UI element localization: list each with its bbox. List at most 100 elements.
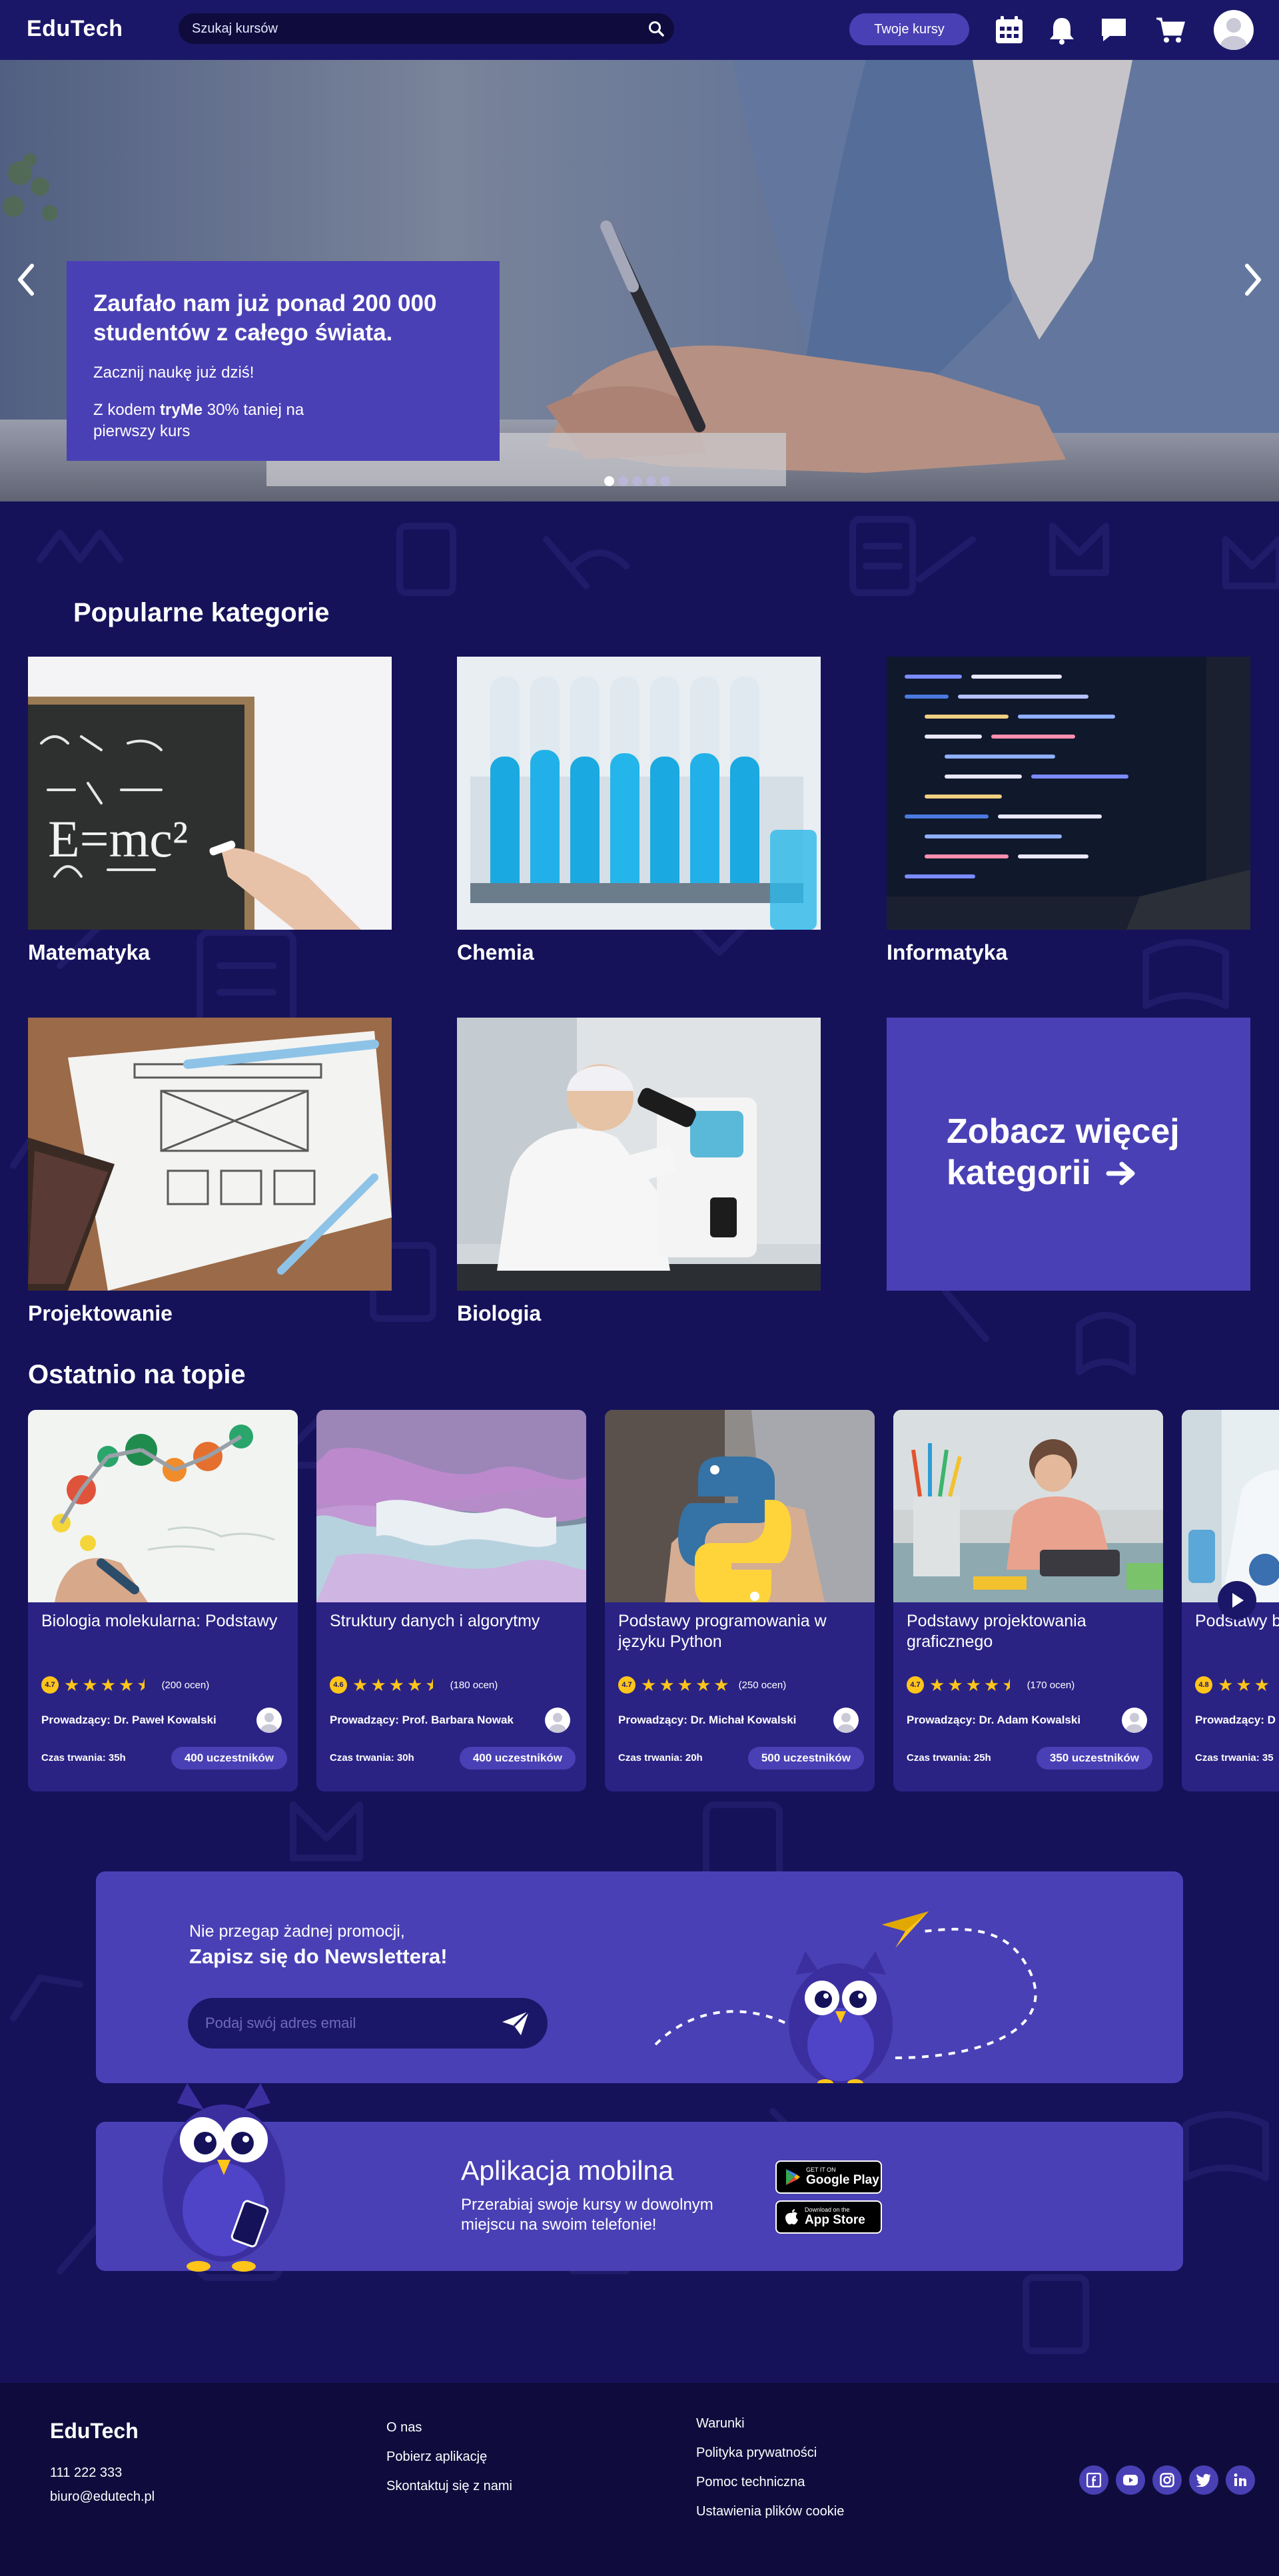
logo[interactable]: EduTech (27, 16, 123, 42)
trending-title: Ostatnio na topie (28, 1360, 246, 1389)
rating-value: 4.7 (41, 1676, 59, 1694)
rating-value: 4.6 (330, 1676, 347, 1694)
search-bar[interactable] (179, 13, 674, 44)
footer-link-support[interactable]: Pomoc techniczna (696, 2475, 805, 2490)
hero-next-button[interactable] (1240, 260, 1267, 300)
reviews-count: (200 ocen) (161, 1679, 210, 1691)
course-rating: 4.6 ★ ★ ★ ★ ★ (180 ocen) (330, 1676, 498, 1694)
course-rating: 4.7 ★ ★ ★ ★ ★ (200 ocen) (41, 1676, 209, 1694)
star-icon: ★ (406, 1675, 423, 1695)
category-card-math[interactable]: E=mc² Matematyka (28, 657, 392, 965)
hero-promo-card: Zaufało nam już ponad 200 000 studentów … (67, 261, 500, 461)
course-image (1182, 1410, 1279, 1602)
star-icon: ★ (929, 1675, 945, 1695)
carousel-next-button[interactable] (1218, 1581, 1256, 1620)
footer-logo[interactable]: EduTech (50, 2419, 139, 2443)
course-rating: 4.8 ★ ★ ★ (1195, 1676, 1279, 1694)
star-icon: ★ (1254, 1676, 1270, 1694)
students-badge[interactable]: 500 uczestników (747, 1747, 864, 1770)
course-title[interactable]: Podstawy projektowania graficznego (907, 1611, 1153, 1652)
slider-dot[interactable] (618, 476, 628, 486)
slider-dot[interactable] (660, 476, 670, 486)
hero-slider: Zaufało nam już ponad 200 000 studentów … (0, 60, 1279, 501)
course-title[interactable]: Biologia molekularna: Podstawy (41, 1611, 288, 1632)
instructor-avatar (833, 1708, 859, 1733)
slider-dot[interactable] (632, 476, 642, 486)
promo-text-before: Z kodem (93, 401, 161, 419)
app-title: Aplikacja mobilna (461, 2155, 674, 2186)
youtube-icon[interactable] (1116, 2465, 1145, 2495)
star-icon: ★ (118, 1675, 135, 1695)
category-image (457, 657, 821, 930)
footer-link-terms[interactable]: Warunki (696, 2416, 745, 2431)
hero-title: Zaufało nam już ponad 200 000 studentów … (93, 290, 437, 346)
footer-email[interactable]: biuro@edutech.pl (50, 2489, 155, 2505)
instructor-avatar (545, 1708, 570, 1733)
hero-prev-button[interactable] (12, 260, 39, 300)
google-play-small-text: GET IT ON (806, 2166, 836, 2173)
linkedin-icon[interactable] (1226, 2465, 1255, 2495)
search-input[interactable] (192, 13, 632, 44)
play-right-icon (1232, 1593, 1244, 1608)
calendar-icon[interactable] (991, 12, 1027, 48)
category-card-it[interactable]: Informatyka (887, 657, 1250, 965)
star-icon: ★ (677, 1675, 693, 1695)
star-icon: ★ (983, 1675, 1000, 1695)
course-card[interactable]: Podstawy projektowania graficznego 4.7 ★… (893, 1410, 1163, 1791)
instructor-name: Prowadzący: Prof. Barbara Nowak (330, 1714, 514, 1726)
footer-link-contact[interactable]: Skontaktuj się z nami (386, 2479, 512, 2494)
course-card[interactable]: Podstawy programowania w języku Python 4… (605, 1410, 875, 1791)
students-badge[interactable]: 350 uczestników (1036, 1747, 1152, 1770)
twitter-icon[interactable] (1189, 2465, 1218, 2495)
search-icon[interactable] (647, 20, 665, 37)
instructor-name: Prowadzący: Dr. Michał Kowalski (618, 1714, 797, 1726)
category-image (28, 1018, 392, 1291)
slider-dot[interactable] (604, 476, 614, 486)
instagram-icon[interactable] (1152, 2465, 1182, 2495)
course-title[interactable]: Struktury danych i algorytmy (330, 1611, 576, 1632)
category-card-biology[interactable]: Biologia (457, 1018, 821, 1326)
course-duration: Czas trwania: 35 (1195, 1752, 1274, 1764)
course-card[interactable]: Biologia molekularna: Podstawy 4.7 ★ ★ ★ ★ ★… (28, 1410, 298, 1791)
category-card-design[interactable]: Projektowanie (28, 1018, 392, 1326)
course-title[interactable]: Podstawy programowania w języku Python (618, 1611, 865, 1652)
newsletter-email-input[interactable] (205, 1998, 492, 2049)
star-icon: ★ (82, 1675, 98, 1695)
chevron-left-icon (18, 264, 34, 296)
instructor-name: Prowadzący: Dr. Paweł Kowalski (41, 1714, 216, 1726)
footer-link-download-app[interactable]: Pobierz aplikację (386, 2449, 487, 2465)
category-label: Matematyka (28, 940, 151, 964)
star-icon: ★ (1218, 1676, 1234, 1694)
google-play-button[interactable]: GET IT ON Google Play (775, 2160, 882, 2194)
course-card[interactable]: Struktury danych i algorytmy 4.6 ★ ★ ★ ★ ★ (… (316, 1410, 586, 1791)
students-badge[interactable]: 400 uczestników (171, 1747, 287, 1770)
footer-link-privacy[interactable]: Polityka prywatności (696, 2445, 817, 2461)
promo-code: tryMe (160, 401, 203, 419)
my-courses-button[interactable]: Twoje kursy (849, 13, 969, 45)
google-play-icon (786, 2169, 800, 2185)
slider-dots (604, 476, 670, 486)
more-categories-button[interactable]: Zobacz więcej kategorii (887, 1018, 1250, 1291)
course-rating: 4.7 ★ ★ ★ ★ ★ (250 ocen) (618, 1676, 786, 1694)
footer: EduTech 111 222 333 biuro@edutech.pl O n… (0, 2383, 1279, 2576)
star-icon: ★ (388, 1675, 404, 1695)
user-icon (1220, 18, 1247, 50)
course-image (893, 1410, 1163, 1602)
send-icon[interactable] (501, 2010, 530, 2037)
course-image (316, 1410, 586, 1602)
chat-icon[interactable] (1096, 12, 1132, 48)
footer-link-about[interactable]: O nas (386, 2420, 422, 2435)
footer-link-cookies[interactable]: Ustawienia plików cookie (696, 2504, 844, 2519)
star-half-icon: ★ (425, 1675, 441, 1695)
star-half-icon: ★ (137, 1675, 153, 1695)
app-store-button[interactable]: Download on the App Store (775, 2200, 882, 2234)
cart-icon[interactable] (1152, 12, 1188, 48)
category-card-chemistry[interactable]: Chemia (457, 657, 821, 965)
slider-dot[interactable] (646, 476, 656, 486)
user-avatar[interactable] (1214, 10, 1254, 50)
course-rating: 4.7 ★ ★ ★ ★ ★ (170 ocen) (907, 1676, 1074, 1694)
bell-icon[interactable] (1044, 12, 1080, 48)
students-badge[interactable]: 400 uczestników (459, 1747, 576, 1770)
newsletter-subtitle: Nie przegap żadnej promocji, (189, 1922, 405, 1941)
facebook-icon[interactable] (1079, 2465, 1108, 2495)
